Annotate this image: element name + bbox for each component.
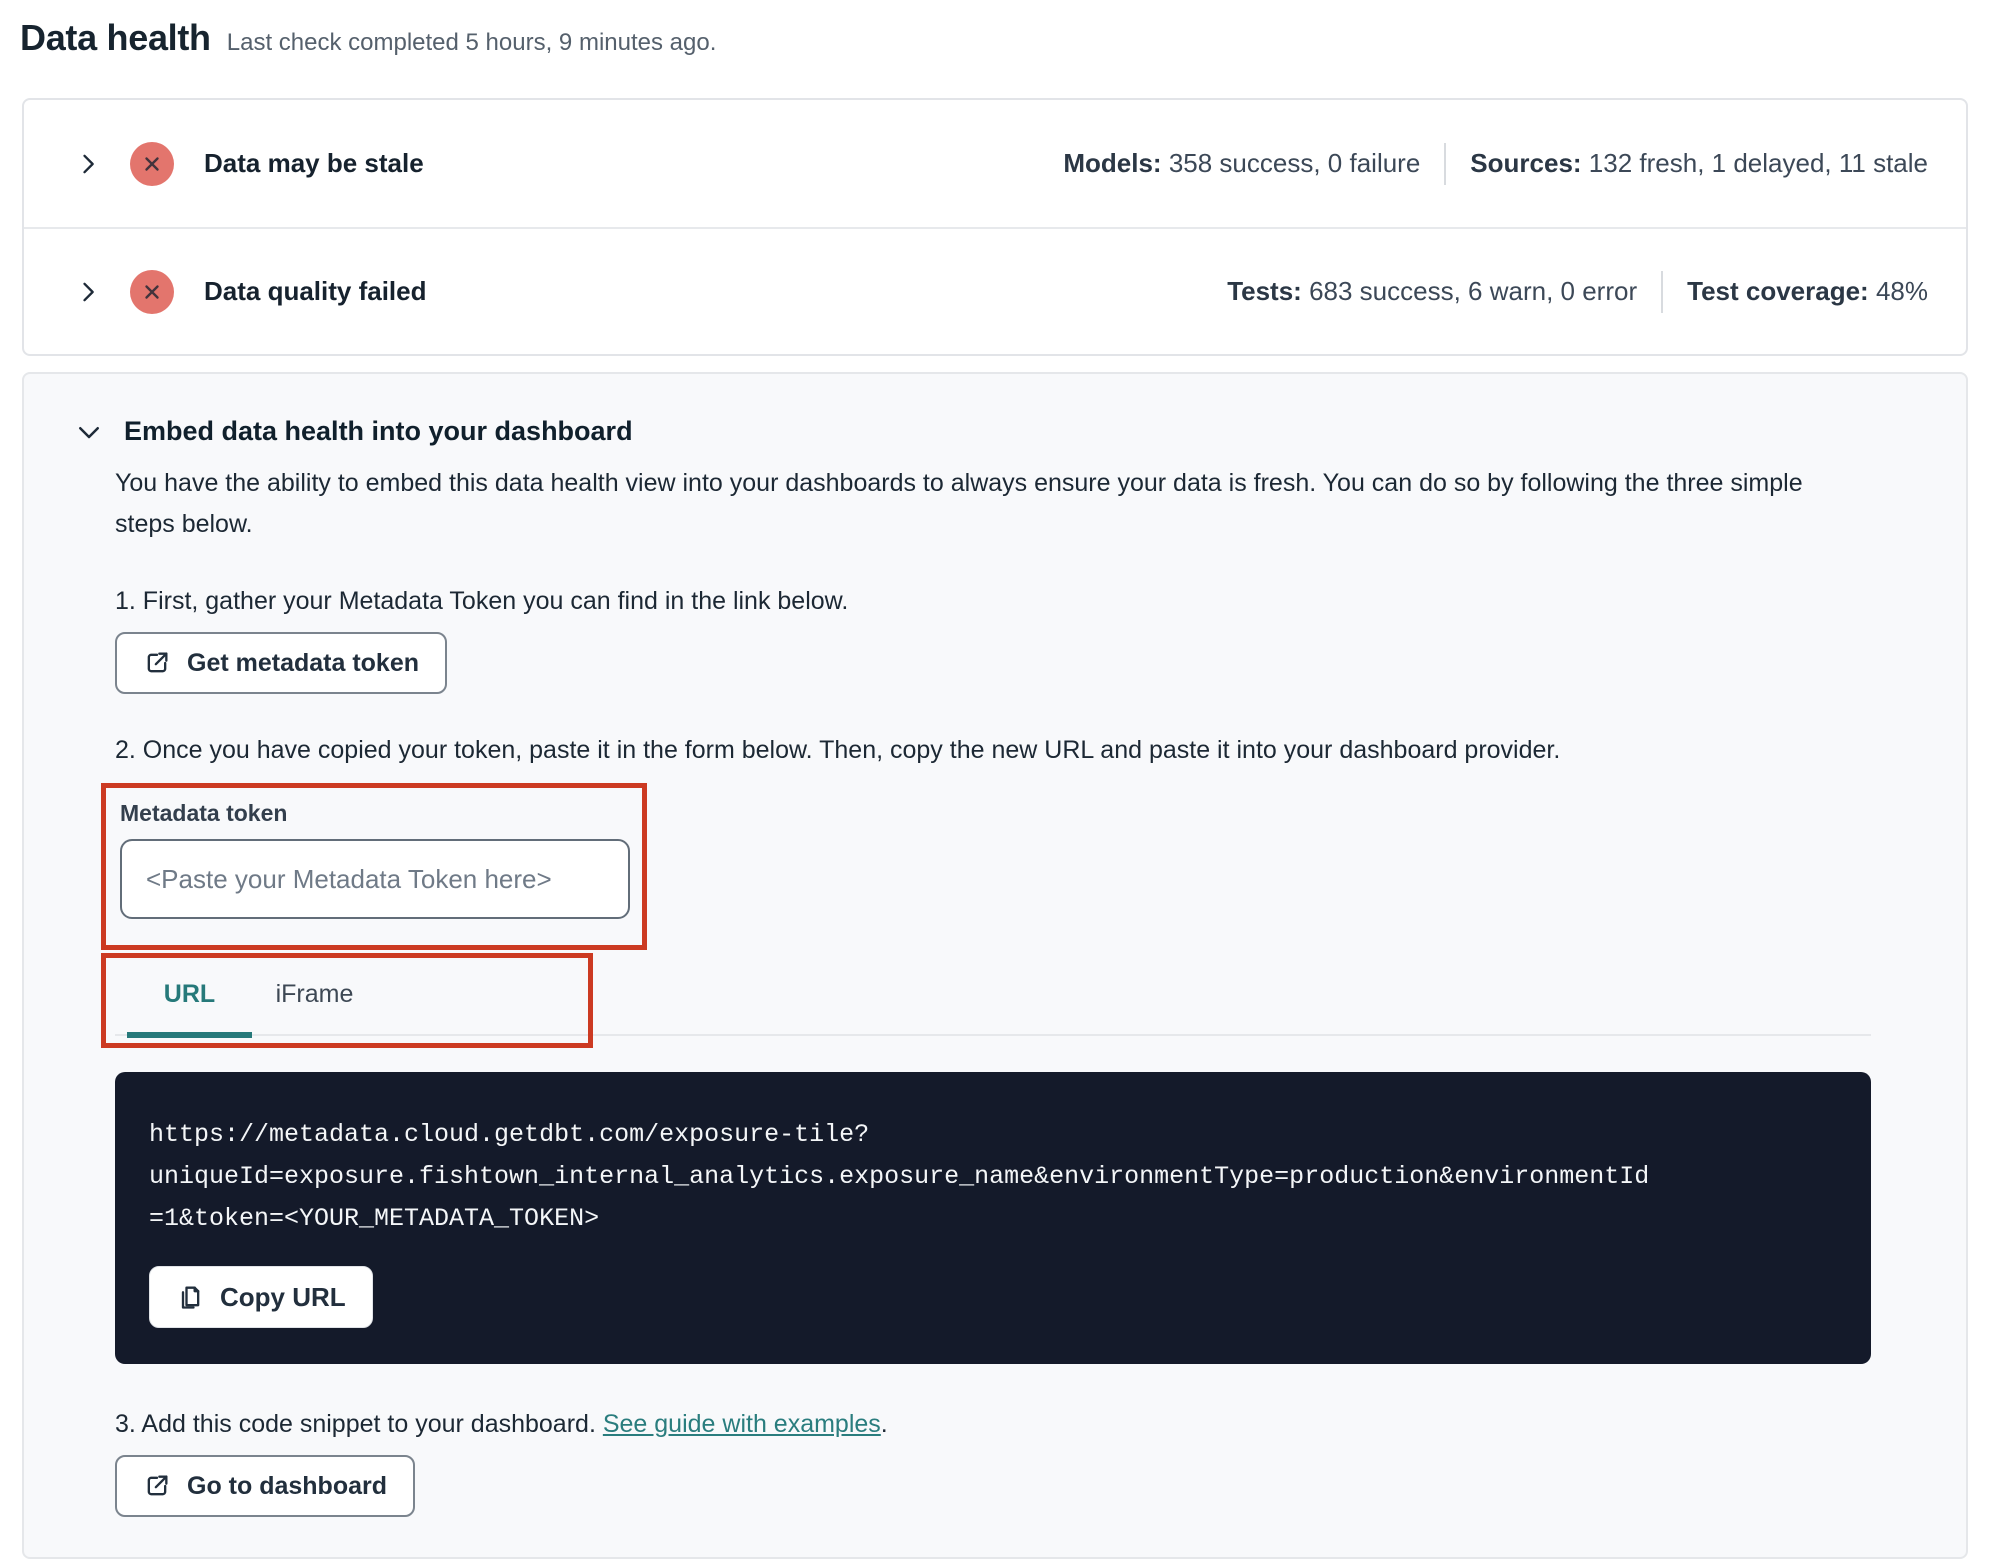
- step-2-text: 2. Once you have copied your token, past…: [115, 736, 1561, 764]
- status-row-title: Data may be stale: [204, 148, 424, 178]
- status-row-data-quality[interactable]: Data quality failed Tests: 683 success, …: [24, 227, 1966, 354]
- embed-url-text: https://metadata.cloud.getdbt.com/exposu…: [149, 1120, 1650, 1233]
- tests-stat: Tests: 683 success, 6 warn, 0 error: [1227, 276, 1638, 306]
- status-card: Data may be stale Models: 358 success, 0…: [22, 98, 1968, 356]
- step-1-text: 1. First, gather your Metadata Token you…: [115, 587, 849, 615]
- embed-panel: Embed data health into your dashboard Yo…: [22, 372, 1968, 1559]
- status-row-data-stale[interactable]: Data may be stale Models: 358 success, 0…: [24, 100, 1966, 227]
- page-header: Data health Last check completed 5 hours…: [0, 0, 1990, 62]
- embed-description: You have the ability to embed this data …: [115, 469, 1803, 538]
- get-metadata-token-button[interactable]: Get metadata token: [115, 632, 448, 694]
- step-3-text: 3. Add this code snippet to your dashboa…: [115, 1410, 888, 1438]
- metadata-token-annotation-box: Metadata token: [101, 783, 647, 950]
- embed-panel-header[interactable]: Embed data health into your dashboard: [74, 416, 1906, 447]
- chevron-right-icon[interactable]: [74, 278, 102, 306]
- status-row-title: Data quality failed: [204, 276, 427, 306]
- stat-divider: [1444, 142, 1447, 185]
- go-to-dashboard-button[interactable]: Go to dashboard: [115, 1455, 415, 1517]
- output-format-tabs: URL iFrame: [101, 953, 1871, 1048]
- active-tab-indicator: [127, 1032, 252, 1038]
- external-link-icon: [143, 649, 171, 677]
- copy-icon: [176, 1283, 204, 1311]
- chevron-down-icon[interactable]: [74, 417, 104, 447]
- error-status-icon: [130, 269, 174, 314]
- last-check-status: Last check completed 5 hours, 9 minutes …: [226, 29, 717, 56]
- stat-divider: [1661, 270, 1664, 313]
- guide-link[interactable]: See guide with examples: [603, 1410, 881, 1438]
- tab-strip-divider: [115, 1034, 1871, 1036]
- tab-url[interactable]: URL: [127, 980, 252, 1009]
- external-link-icon: [143, 1472, 171, 1500]
- test-coverage-stat: Test coverage: 48%: [1687, 276, 1928, 306]
- chevron-right-icon[interactable]: [74, 150, 102, 178]
- tab-iframe[interactable]: iFrame: [252, 980, 377, 1009]
- models-stat: Models: 358 success, 0 failure: [1063, 148, 1421, 178]
- sources-stat: Sources: 132 fresh, 1 delayed, 11 stale: [1470, 148, 1928, 178]
- status-row-stats: Tests: 683 success, 6 warn, 0 error Test…: [1227, 270, 1928, 313]
- metadata-token-input[interactable]: [120, 839, 630, 919]
- error-status-icon: [130, 141, 174, 186]
- page-title: Data health: [20, 17, 211, 58]
- status-row-stats: Models: 358 success, 0 failure Sources: …: [1063, 142, 1928, 185]
- embed-panel-title: Embed data health into your dashboard: [124, 416, 633, 446]
- copy-url-button[interactable]: Copy URL: [149, 1266, 373, 1328]
- metadata-token-label: Metadata token: [120, 800, 288, 826]
- embed-url-code-block: https://metadata.cloud.getdbt.com/exposu…: [115, 1072, 1871, 1364]
